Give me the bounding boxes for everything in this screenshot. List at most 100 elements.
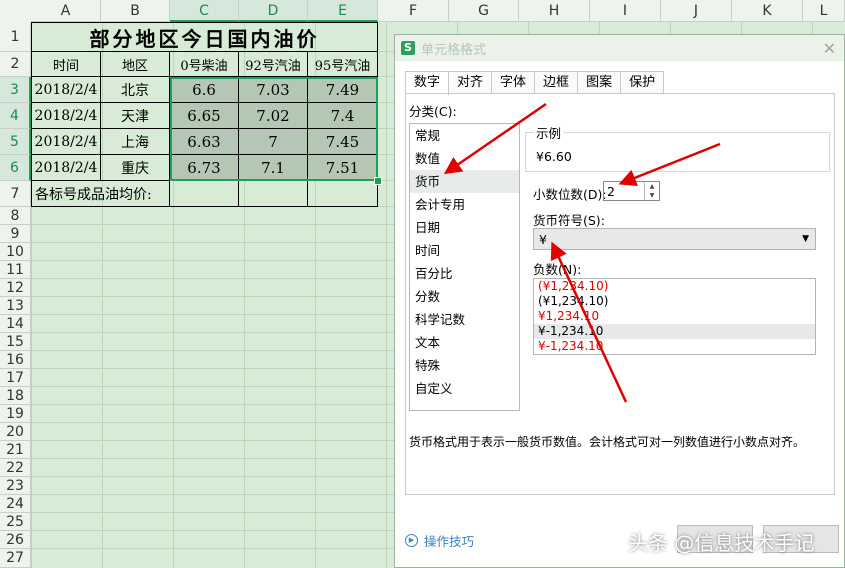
tab-alignment[interactable]: 对齐 — [448, 71, 493, 94]
row-header-7[interactable]: 7 — [0, 181, 31, 207]
tips-link[interactable]: ▶ 操作技巧 — [405, 531, 474, 550]
decrement-icon[interactable]: ▼ — [645, 191, 659, 200]
category-item[interactable]: 常规 — [410, 124, 519, 147]
row-header-2[interactable]: 2 — [0, 52, 31, 77]
tab-number[interactable]: 数字 — [405, 71, 450, 95]
table-cell[interactable]: 2018/2/4 — [31, 103, 101, 129]
table-cell[interactable] — [308, 181, 378, 207]
category-item[interactable]: 数值 — [410, 147, 519, 170]
negative-option-selected[interactable]: ¥-1,234.10 — [534, 324, 815, 339]
negative-option[interactable]: (¥1,234.10) — [534, 294, 815, 309]
sheet-title-cell[interactable]: 部分地区今日国内油价 — [31, 22, 378, 52]
row-header-3[interactable]: 3 — [0, 77, 31, 103]
category-item[interactable]: 百分比 — [410, 262, 519, 285]
row-header-14[interactable]: 14 — [0, 315, 31, 333]
header-cell-gas95[interactable]: 95号汽油 — [308, 52, 378, 77]
select-all-corner[interactable] — [0, 0, 32, 23]
category-label: 分类(C): — [409, 104, 457, 119]
row-header-9[interactable]: 9 — [0, 225, 31, 243]
play-icon: ▶ — [405, 534, 418, 547]
negative-numbers-list[interactable]: (¥1,234.10) (¥1,234.10) ¥1,234.10 ¥-1,23… — [533, 278, 816, 355]
row-header-1[interactable]: 1 — [0, 22, 31, 52]
category-item[interactable]: 分数 — [410, 285, 519, 308]
row-header-15[interactable]: 15 — [0, 333, 31, 351]
row-header-4[interactable]: 4 — [0, 103, 31, 129]
row-header-16[interactable]: 16 — [0, 351, 31, 369]
column-header-d[interactable]: D — [239, 0, 308, 22]
table-cell[interactable]: 2018/2/4 — [31, 155, 101, 181]
category-item[interactable]: 科学记数 — [410, 308, 519, 331]
row-header-20[interactable]: 20 — [0, 423, 31, 441]
column-header-g[interactable]: G — [449, 0, 519, 22]
header-cell-gas92[interactable]: 92号汽油 — [239, 52, 308, 77]
header-cell-region[interactable]: 地区 — [101, 52, 170, 77]
category-item[interactable]: 文本 — [410, 331, 519, 354]
negative-option[interactable]: ¥1,234.10 — [534, 309, 815, 324]
row-header-24[interactable]: 24 — [0, 495, 31, 513]
category-item[interactable]: 日期 — [410, 216, 519, 239]
close-icon[interactable]: ✕ — [823, 39, 836, 58]
row-header-8[interactable]: 8 — [0, 207, 31, 225]
column-header-a[interactable]: A — [31, 0, 101, 22]
row-header-12[interactable]: 12 — [0, 279, 31, 297]
increment-icon[interactable]: ▲ — [645, 182, 659, 191]
column-header-h[interactable]: H — [519, 0, 590, 22]
row-header-11[interactable]: 11 — [0, 261, 31, 279]
watermark: 头条 @信息技术手记 — [628, 531, 815, 555]
row-header-21[interactable]: 21 — [0, 441, 31, 459]
row-header-6[interactable]: 6 — [0, 155, 31, 181]
table-cell[interactable]: 重庆 — [101, 155, 170, 181]
column-header-b[interactable]: B — [101, 0, 170, 22]
row-header-17[interactable]: 17 — [0, 369, 31, 387]
table-cell[interactable]: 2018/2/4 — [31, 129, 101, 155]
chevron-down-icon[interactable]: ▼ — [802, 234, 809, 244]
tab-pattern[interactable]: 图案 — [577, 71, 622, 94]
tips-label[interactable]: 操作技巧 — [424, 531, 474, 550]
row-header-26[interactable]: 26 — [0, 531, 31, 549]
column-header-e[interactable]: E — [308, 0, 378, 22]
decimal-places-label: 小数位数(D): — [533, 187, 607, 202]
column-header-k[interactable]: K — [732, 0, 803, 22]
table-cell[interactable]: 北京 — [101, 77, 170, 103]
category-item-selected[interactable]: 货币 — [410, 170, 519, 193]
column-header-f[interactable]: F — [378, 0, 449, 22]
average-label-cell[interactable]: 各标号成品油均价: — [31, 181, 170, 207]
category-item[interactable]: 时间 — [410, 239, 519, 262]
header-cell-diesel[interactable]: 0号柴油 — [170, 52, 239, 77]
fill-handle[interactable] — [374, 177, 382, 185]
header-cell-date[interactable]: 时间 — [31, 52, 101, 77]
row-header-13[interactable]: 13 — [0, 297, 31, 315]
table-cell[interactable]: 天津 — [101, 103, 170, 129]
row-header-18[interactable]: 18 — [0, 387, 31, 405]
decimal-places-stepper[interactable]: 2 ▲ ▼ — [603, 181, 660, 201]
column-header-i[interactable]: I — [590, 0, 661, 22]
category-list[interactable]: 常规 数值 货币 会计专用 日期 时间 百分比 分数 科学记数 文本 特殊 自定… — [409, 123, 520, 411]
tab-border[interactable]: 边框 — [534, 71, 579, 94]
row-header-23[interactable]: 23 — [0, 477, 31, 495]
tab-bar: 数字 对齐 字体 边框 图案 保护 — [405, 71, 665, 95]
table-cell[interactable]: 上海 — [101, 129, 170, 155]
row-header-19[interactable]: 19 — [0, 405, 31, 423]
column-header-j[interactable]: J — [661, 0, 732, 22]
row-header-27[interactable]: 27 — [0, 549, 31, 568]
table-cell[interactable]: 2018/2/4 — [31, 77, 101, 103]
category-item[interactable]: 特殊 — [410, 354, 519, 377]
column-header-c[interactable]: C — [170, 0, 239, 22]
negative-option[interactable]: ¥-1,234.10 — [534, 339, 815, 354]
tab-protection[interactable]: 保护 — [620, 71, 665, 94]
negative-option[interactable]: (¥1,234.10) — [534, 279, 815, 294]
category-item[interactable]: 自定义 — [410, 377, 519, 400]
table-cell[interactable] — [239, 181, 308, 207]
tab-font[interactable]: 字体 — [491, 71, 536, 94]
row-header-5[interactable]: 5 — [0, 129, 31, 155]
row-header-25[interactable]: 25 — [0, 513, 31, 531]
decimal-places-value[interactable]: 2 — [607, 184, 615, 199]
row-header-10[interactable]: 10 — [0, 243, 31, 261]
table-cell[interactable] — [170, 181, 239, 207]
column-header-l[interactable]: L — [803, 0, 845, 22]
category-item[interactable]: 会计专用 — [410, 193, 519, 216]
currency-symbol-select[interactable]: ¥ ▼ — [533, 228, 816, 250]
dialog-titlebar[interactable]: S 单元格格式 ✕ — [395, 35, 844, 61]
row-header-22[interactable]: 22 — [0, 459, 31, 477]
negative-numbers-label: 负数(N): — [533, 262, 582, 277]
